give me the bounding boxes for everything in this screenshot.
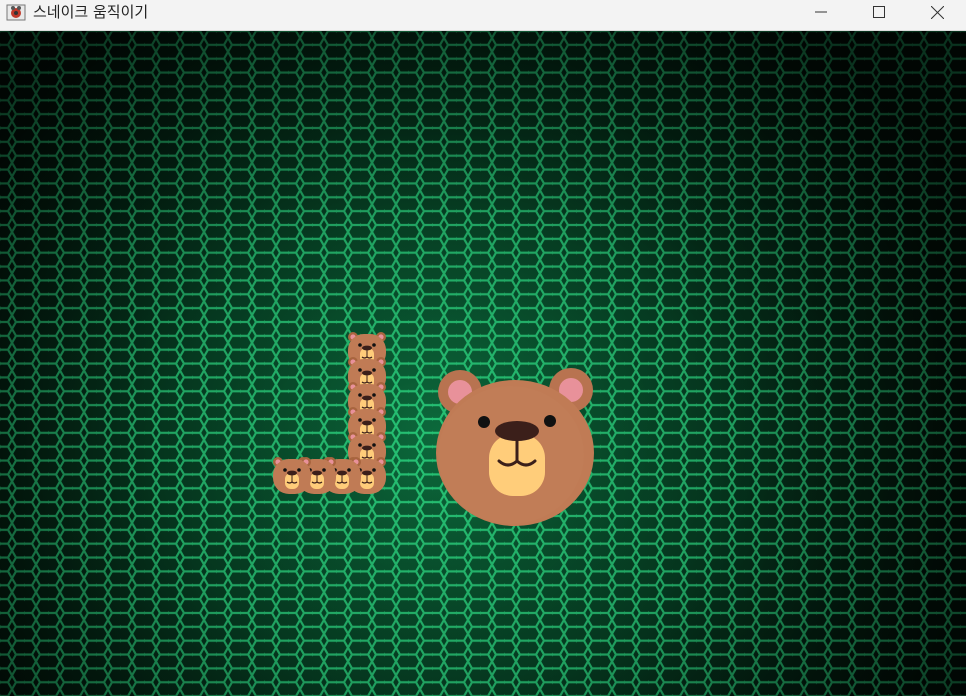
bear-app-icon — [6, 2, 26, 22]
title-bar[interactable]: 스네이크 움직이기 — [0, 0, 966, 31]
maximize-button[interactable] — [850, 0, 908, 24]
bear-food — [433, 366, 599, 526]
minimize-icon — [815, 6, 827, 18]
game-window: 스네이크 움직이기 — [0, 0, 966, 696]
close-icon — [930, 5, 944, 19]
minimize-button[interactable] — [792, 0, 850, 24]
maximize-icon — [873, 6, 885, 18]
snake-segment — [272, 456, 312, 496]
game-board[interactable] — [0, 31, 966, 696]
window-title: 스네이크 움직이기 — [33, 3, 149, 21]
close-button[interactable] — [908, 0, 966, 24]
game-layer — [0, 31, 966, 696]
